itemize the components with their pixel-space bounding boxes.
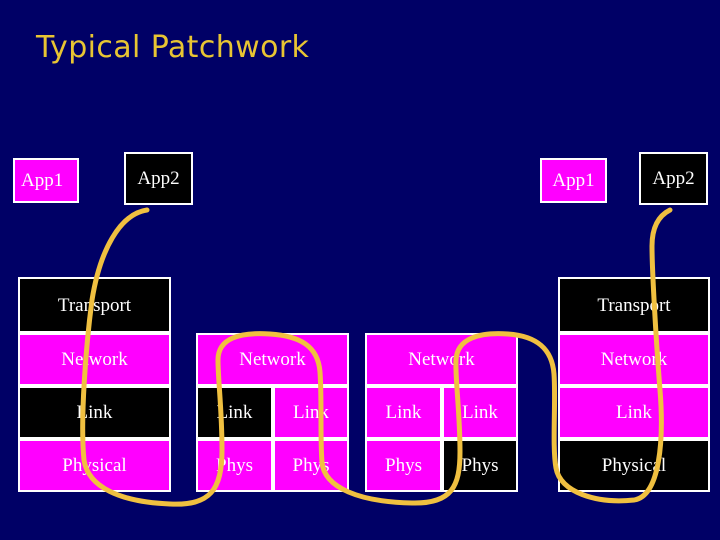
- right-host-transport-box[interactable]: Transport: [558, 277, 710, 333]
- right-host-app1-label: App1: [552, 170, 595, 191]
- slide-canvas: Typical Patchwork App1 App2 Transport Ne…: [0, 0, 720, 540]
- left-host-app1-box[interactable]: App1: [13, 158, 79, 203]
- router2-network-label: Network: [408, 349, 475, 370]
- right-host-physical-box[interactable]: Physical: [558, 439, 710, 492]
- left-host-network-label: Network: [61, 349, 128, 370]
- right-host-network-box[interactable]: Network: [558, 333, 710, 386]
- left-host-link-label: Link: [76, 402, 113, 423]
- left-host-network-box[interactable]: Network: [18, 333, 171, 386]
- right-host-link-box[interactable]: Link: [558, 386, 710, 439]
- router2-phys-right-box[interactable]: Phys: [442, 439, 518, 492]
- right-host-app2-label: App2: [652, 168, 695, 189]
- right-host-link-label: Link: [616, 402, 652, 423]
- router1-phys-right-box[interactable]: Phys: [273, 439, 349, 492]
- left-host-physical-box[interactable]: Physical: [18, 439, 171, 492]
- router2-link-left-box[interactable]: Link: [365, 386, 442, 439]
- router1-link-left-label: Link: [216, 402, 253, 423]
- router1-phys-left-label: Phys: [216, 455, 253, 476]
- left-host-app2-label: App2: [137, 168, 180, 189]
- right-host-transport-label: Transport: [597, 294, 671, 316]
- router1-link-right-box[interactable]: Link: [273, 386, 349, 439]
- router2-link-left-label: Link: [385, 402, 422, 423]
- right-host-app2-box[interactable]: App2: [639, 152, 708, 205]
- left-host-physical-label: Physical: [62, 455, 127, 476]
- router2-phys-right-label: Phys: [461, 455, 499, 476]
- router2-network-box[interactable]: Network: [365, 333, 518, 386]
- router1-phys-left-box[interactable]: Phys: [196, 439, 273, 492]
- right-host-network-label: Network: [600, 349, 668, 370]
- left-host-transport-label: Transport: [57, 294, 132, 316]
- router1-phys-right-label: Phys: [292, 455, 330, 476]
- right-host-app1-box[interactable]: App1: [540, 158, 607, 203]
- left-host-app1-label: App1: [21, 170, 64, 191]
- left-host-app2-box[interactable]: App2: [124, 152, 193, 205]
- page-title: Typical Patchwork: [36, 30, 310, 65]
- router2-link-right-label: Link: [462, 402, 498, 423]
- router2-phys-left-label: Phys: [385, 455, 422, 476]
- router1-network-box[interactable]: Network: [196, 333, 349, 386]
- router1-link-right-label: Link: [293, 402, 329, 423]
- left-host-link-box[interactable]: Link: [18, 386, 171, 439]
- left-host-transport-box[interactable]: Transport: [18, 277, 171, 333]
- router2-link-right-box[interactable]: Link: [442, 386, 518, 439]
- router1-link-left-box[interactable]: Link: [196, 386, 273, 439]
- router1-network-label: Network: [239, 349, 306, 370]
- router2-phys-left-box[interactable]: Phys: [365, 439, 442, 492]
- right-host-physical-label: Physical: [601, 455, 667, 476]
